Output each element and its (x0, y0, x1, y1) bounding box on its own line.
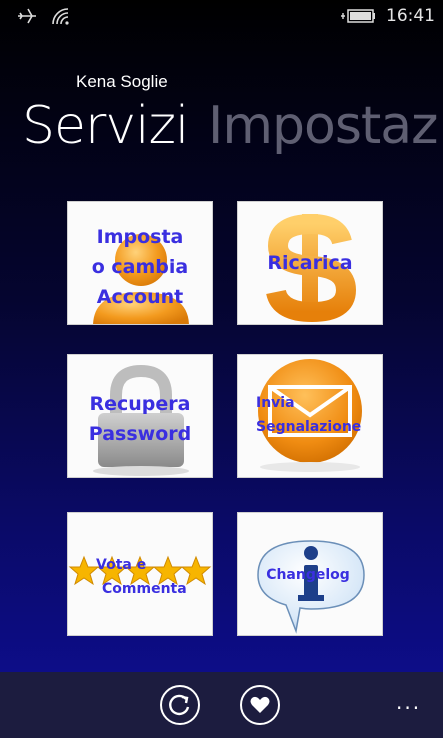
battery-icon (341, 9, 375, 23)
tile-account-line: Imposta (96, 226, 184, 248)
tile-vota-line: Commenta (102, 581, 187, 597)
tile-ricarica-label: Ricarica (267, 252, 353, 274)
tile-password[interactable]: Recupera Password (67, 354, 213, 478)
tile-vota[interactable]: Vota e Commenta (67, 512, 213, 636)
status-time: 16:41 (386, 6, 435, 26)
wifi-icon (52, 8, 69, 25)
airplane-icon (18, 8, 36, 24)
tile-password-line: Recupera (89, 393, 191, 415)
refresh-button[interactable] (160, 685, 200, 725)
tile-segnalazione-line: Segnalazione (256, 419, 362, 435)
more-menu-button[interactable]: ... (396, 690, 421, 714)
pivot-impostazioni[interactable]: Impostaz (208, 94, 438, 158)
tile-vota-line: Vota e (96, 557, 147, 573)
tile-ricarica[interactable]: Ricarica (237, 201, 383, 325)
tile-account-line: Account (96, 286, 184, 308)
heart-icon (250, 696, 270, 713)
app-title: Kena Soglie (76, 72, 168, 91)
tile-segnalazione-line: Invia (256, 395, 295, 411)
tile-account-line: o cambia (91, 256, 189, 278)
tile-changelog-label: Changelog (266, 567, 350, 583)
favorite-button[interactable] (240, 685, 280, 725)
tile-password-line: Password (88, 423, 192, 445)
tile-account[interactable]: Imposta o cambia Account (67, 201, 213, 325)
status-bar: 16:41 (0, 0, 443, 32)
app-bar: ... (0, 672, 443, 738)
tile-changelog[interactable]: Changelog (237, 512, 383, 636)
pivot-servizi[interactable]: Servizi (22, 94, 189, 158)
tile-segnalazione[interactable]: Invia Segnalazione (237, 354, 383, 478)
refresh-icon (169, 694, 190, 716)
